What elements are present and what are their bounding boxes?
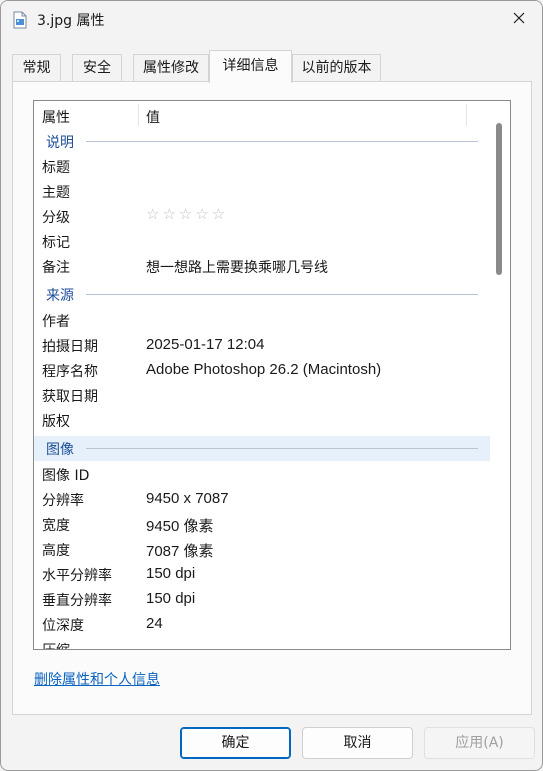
property-value[interactable]: 150 dpi bbox=[146, 590, 195, 607]
property-name: 标记 bbox=[42, 235, 70, 251]
group-origin[interactable]: 来源 bbox=[34, 282, 490, 307]
property-value[interactable]: 9450 x 7087 bbox=[146, 490, 229, 507]
group-label: 说明 bbox=[46, 135, 74, 151]
properties-dialog: 3.jpg 属性 常规 安全 属性修改 详细信息 以前的版本 属性 值 说明 标… bbox=[0, 0, 543, 771]
list-item[interactable]: 垂直分辨率 150 dpi bbox=[34, 587, 490, 612]
remove-properties-link[interactable]: 删除属性和个人信息 bbox=[34, 669, 160, 689]
property-name: 版权 bbox=[42, 414, 70, 430]
tab-property-modification[interactable]: 属性修改 bbox=[133, 54, 209, 82]
list-item[interactable]: 分辨率 9450 x 7087 bbox=[34, 487, 490, 512]
property-value[interactable]: 7087 像素 bbox=[146, 540, 214, 561]
list-item[interactable]: 水平分辨率 150 dpi bbox=[34, 562, 490, 587]
column-header-value[interactable]: 值 bbox=[146, 107, 160, 127]
property-name: 宽度 bbox=[42, 518, 70, 534]
property-name: 拍摄日期 bbox=[42, 339, 98, 355]
property-name: 压缩 bbox=[42, 640, 70, 649]
property-value[interactable]: Adobe Photoshop 26.2 (Macintosh) bbox=[146, 361, 381, 378]
list-item[interactable]: 标题 bbox=[34, 154, 490, 179]
cancel-button[interactable]: 取消 bbox=[302, 727, 413, 759]
tab-details[interactable]: 详细信息 bbox=[209, 50, 292, 83]
property-value[interactable]: 150 dpi bbox=[146, 565, 195, 582]
tab-previous-versions[interactable]: 以前的版本 bbox=[292, 54, 381, 82]
list-item[interactable]: 版权 bbox=[34, 408, 490, 433]
group-divider bbox=[86, 448, 478, 449]
property-value[interactable]: 9450 像素 bbox=[146, 515, 214, 536]
column-header-property[interactable]: 属性 bbox=[42, 107, 70, 127]
list-item[interactable]: 宽度 9450 像素 bbox=[34, 512, 490, 537]
list-item[interactable]: 位深度 24 bbox=[34, 612, 490, 637]
tab-general[interactable]: 常规 bbox=[12, 54, 61, 82]
property-name: 程序名称 bbox=[42, 364, 98, 380]
list-item[interactable]: 高度 7087 像素 bbox=[34, 537, 490, 562]
list-item[interactable]: 图像 ID bbox=[34, 462, 490, 487]
group-label: 来源 bbox=[46, 288, 74, 304]
property-value[interactable]: 2025-01-17 12:04 bbox=[146, 336, 264, 353]
tab-security[interactable]: 安全 bbox=[72, 54, 122, 82]
details-panel: 属性 值 说明 标题 主题 分级 ☆☆☆☆☆ 标记 备注 想一想路上需要换乘哪几… bbox=[12, 81, 532, 715]
list-item[interactable]: 压缩 bbox=[34, 637, 490, 649]
rating-stars[interactable]: ☆☆☆☆☆ bbox=[146, 205, 228, 223]
file-icon bbox=[12, 11, 28, 29]
list-item[interactable]: 拍摄日期 2025-01-17 12:04 bbox=[34, 333, 490, 358]
apply-button[interactable]: 应用(A) bbox=[424, 727, 535, 759]
column-divider[interactable] bbox=[138, 104, 139, 126]
tab-strip: 常规 安全 属性修改 详细信息 以前的版本 bbox=[12, 50, 532, 83]
group-description[interactable]: 说明 bbox=[34, 129, 490, 154]
list-item[interactable]: 备注 想一想路上需要换乘哪几号线 bbox=[34, 254, 490, 279]
property-name: 主题 bbox=[42, 185, 70, 201]
property-name: 分辨率 bbox=[42, 493, 84, 509]
list-item[interactable]: 分级 ☆☆☆☆☆ bbox=[34, 204, 490, 229]
group-label: 图像 bbox=[46, 442, 74, 458]
list-item[interactable]: 主题 bbox=[34, 179, 490, 204]
property-name: 图像 ID bbox=[42, 468, 90, 484]
property-name: 垂直分辨率 bbox=[42, 593, 112, 609]
property-name: 标题 bbox=[42, 160, 70, 176]
list-item[interactable]: 作者 bbox=[34, 308, 490, 333]
vertical-scrollbar[interactable] bbox=[496, 123, 502, 275]
property-list[interactable]: 属性 值 说明 标题 主题 分级 ☆☆☆☆☆ 标记 备注 想一想路上需要换乘哪几… bbox=[33, 100, 511, 650]
property-name: 高度 bbox=[42, 543, 70, 559]
property-value[interactable]: 想一想路上需要换乘哪几号线 bbox=[146, 257, 328, 277]
list-item[interactable]: 程序名称 Adobe Photoshop 26.2 (Macintosh) bbox=[34, 358, 490, 383]
close-icon bbox=[513, 12, 525, 28]
property-value[interactable]: 24 bbox=[146, 615, 163, 632]
property-name: 作者 bbox=[42, 314, 70, 330]
list-item[interactable]: 获取日期 bbox=[34, 383, 490, 408]
property-name: 位深度 bbox=[42, 618, 84, 634]
property-name: 分级 bbox=[42, 210, 70, 226]
ok-button[interactable]: 确定 bbox=[180, 727, 291, 759]
list-header: 属性 值 bbox=[34, 101, 490, 129]
group-divider bbox=[86, 294, 478, 295]
property-name: 获取日期 bbox=[42, 389, 98, 405]
list-item[interactable]: 标记 bbox=[34, 229, 490, 254]
title-bar: 3.jpg 属性 bbox=[1, 1, 542, 41]
column-divider[interactable] bbox=[466, 104, 467, 126]
property-name: 备注 bbox=[42, 260, 70, 276]
property-name: 水平分辨率 bbox=[42, 568, 112, 584]
group-divider bbox=[86, 141, 478, 142]
group-image[interactable]: 图像 bbox=[34, 436, 490, 461]
close-button[interactable] bbox=[496, 1, 542, 39]
window-title: 3.jpg 属性 bbox=[37, 13, 105, 29]
